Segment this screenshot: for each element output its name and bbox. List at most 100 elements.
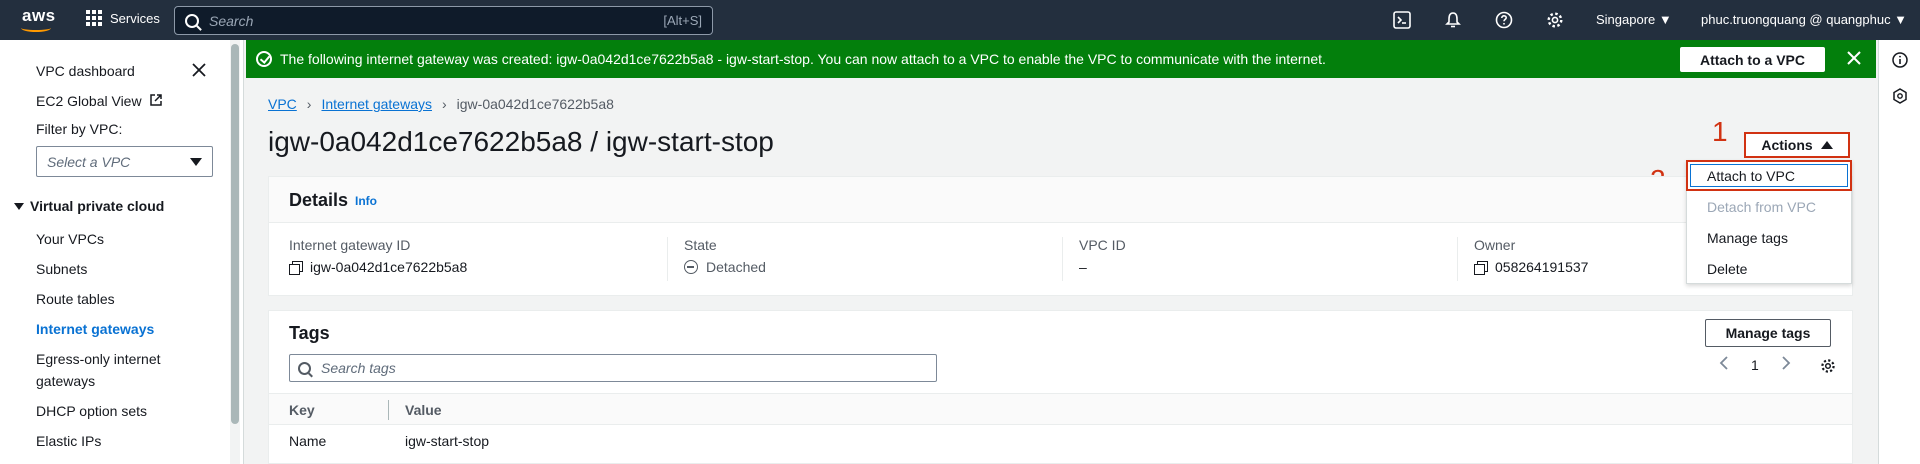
sidebar-item-internet-gateways[interactable]: Internet gateways xyxy=(36,318,154,340)
focus-ring xyxy=(1690,164,1848,187)
info-link[interactable]: Info xyxy=(355,194,377,208)
vpc-filter-select[interactable]: Select a VPC xyxy=(36,146,213,177)
flash-message: The following internet gateway was creat… xyxy=(280,51,1326,67)
grid-icon xyxy=(86,10,102,26)
breadcrumb: VPC › Internet gateways › igw-0a042d1ce7… xyxy=(268,96,614,112)
field-owner: Owner 058264191537 xyxy=(1474,237,1588,275)
detached-status-icon xyxy=(684,260,698,274)
close-icon[interactable] xyxy=(191,62,207,78)
sidebar-item-dhcp-option-sets[interactable]: DHCP option sets xyxy=(36,400,147,422)
sidebar-item-your-vpcs[interactable]: Your VPCs xyxy=(36,228,104,250)
tags-panel: Tags Manage tags Search tags 1 Key Value… xyxy=(268,310,1853,464)
external-link-icon xyxy=(150,94,163,106)
current-page[interactable]: 1 xyxy=(1751,357,1759,373)
table-preferences-gear-icon[interactable] xyxy=(1820,358,1836,374)
tags-table-header: Key Value xyxy=(269,393,1852,425)
internet-gateway-id-value: igw-0a042d1ce7622b5a8 xyxy=(310,259,468,275)
chevron-right-icon: › xyxy=(306,96,312,112)
sidebar-scrollbar[interactable] xyxy=(230,40,240,464)
services-label: Services xyxy=(110,10,160,26)
menu-item-detach-from-vpc: Detach from VPC xyxy=(1707,199,1816,215)
tags-title: Tags xyxy=(289,323,330,343)
divider xyxy=(1457,237,1458,281)
divider xyxy=(1062,237,1063,281)
sidebar-section-label: Virtual private cloud xyxy=(30,198,165,214)
settings-gear-icon[interactable] xyxy=(1545,10,1565,30)
details-header: Details Info xyxy=(269,177,1852,223)
sidebar-item-egress-only-internet-gateways-line2[interactable]: gateways xyxy=(36,370,95,392)
region-selector[interactable]: Singapore ▼ xyxy=(1596,12,1672,27)
chevron-left-icon[interactable] xyxy=(1719,356,1729,373)
aws-logo[interactable]: aws xyxy=(18,5,58,35)
services-menu[interactable]: Services xyxy=(86,10,160,26)
state-value: Detached xyxy=(706,259,766,275)
attach-to-a-vpc-button[interactable]: Attach to a VPC xyxy=(1680,47,1825,72)
copy-icon[interactable] xyxy=(1474,260,1488,275)
copy-icon[interactable] xyxy=(289,260,303,275)
info-icon[interactable] xyxy=(1892,52,1908,68)
chevron-right-icon: › xyxy=(441,96,447,112)
tag-key-cell: Name xyxy=(289,433,327,449)
column-resizer[interactable] xyxy=(388,400,389,420)
sidebar-item-egress-only-internet-gateways[interactable]: Egress-only internet xyxy=(36,348,161,370)
chevron-right-icon[interactable] xyxy=(1781,356,1791,373)
sidebar-item-label: EC2 Global View xyxy=(36,93,142,109)
breadcrumb-internet-gateways[interactable]: Internet gateways xyxy=(321,96,432,112)
breadcrumb-vpc[interactable]: VPC xyxy=(268,96,297,112)
field-internet-gateway-id: Internet gateway ID igw-0a042d1ce7622b5a… xyxy=(289,237,467,275)
vpc-filter-placeholder: Select a VPC xyxy=(47,153,131,170)
notifications-bell-icon[interactable] xyxy=(1443,10,1463,30)
scrollbar-thumb[interactable] xyxy=(231,44,239,424)
menu-item-delete[interactable]: Delete xyxy=(1707,261,1747,277)
sidebar-section-vpc[interactable]: Virtual private cloud xyxy=(14,198,164,214)
manage-tags-button[interactable]: Manage tags xyxy=(1705,319,1831,347)
dismiss-close-icon[interactable] xyxy=(1846,50,1862,66)
utility-panel-strip xyxy=(1878,40,1920,464)
tag-value-cell: igw-start-stop xyxy=(405,433,490,449)
sidebar-item-ec2-global-view[interactable]: EC2 Global View xyxy=(36,90,163,112)
help-icon[interactable] xyxy=(1494,10,1514,30)
pagination: 1 xyxy=(1719,356,1791,373)
page-title: igw-0a042d1ce7622b5a8 / igw-start-stop xyxy=(268,126,774,157)
caret-down-icon xyxy=(190,157,202,166)
aws-logo-text: aws xyxy=(22,6,56,25)
success-check-icon xyxy=(256,51,272,67)
table-row: Name igw-start-stop xyxy=(269,425,1852,457)
global-search-input[interactable]: Search [Alt+S] xyxy=(174,6,713,35)
search-shortcut-hint: [Alt+S] xyxy=(663,13,702,28)
sidebar-item-subnets[interactable]: Subnets xyxy=(36,258,87,280)
actions-dropdown-button[interactable]: Actions xyxy=(1744,132,1850,158)
sidebar-item-elastic-ips[interactable]: Elastic IPs xyxy=(36,430,101,452)
account-menu[interactable]: phuc.truongquang @ quangphuc ▼ xyxy=(1701,12,1907,27)
field-state: State Detached xyxy=(684,237,766,275)
search-icon xyxy=(298,361,311,375)
field-label: State xyxy=(684,237,717,253)
nav-icon-group xyxy=(1392,10,1596,30)
details-title: Details xyxy=(289,190,349,210)
owner-value: 058264191537 xyxy=(1495,259,1589,275)
sidebar: VPC dashboard EC2 Global View Filter by … xyxy=(0,40,244,464)
field-label: Owner xyxy=(1474,237,1516,253)
success-flash-banner: The following internet gateway was creat… xyxy=(246,40,1876,78)
search-placeholder: Search xyxy=(209,12,254,29)
column-header-key[interactable]: Key xyxy=(289,402,315,418)
highlight-box-attach-to-vpc xyxy=(1686,160,1852,191)
column-header-value[interactable]: Value xyxy=(405,402,442,418)
field-vpc-id: VPC ID – xyxy=(1079,237,1126,275)
aws-smile-icon xyxy=(21,24,51,32)
field-label: VPC ID xyxy=(1079,237,1126,253)
top-navigation: aws Services Search [Alt+S] Singapore ▼ … xyxy=(0,0,1920,40)
menu-item-manage-tags[interactable]: Manage tags xyxy=(1707,230,1788,246)
hexagon-icon[interactable] xyxy=(1892,88,1908,104)
actions-label: Actions xyxy=(1761,137,1813,153)
divider xyxy=(667,237,668,281)
cloudshell-icon[interactable] xyxy=(1392,10,1412,30)
tags-search-input[interactable]: Search tags xyxy=(289,354,937,382)
breadcrumb-current: igw-0a042d1ce7622b5a8 xyxy=(456,96,614,112)
field-label: Internet gateway ID xyxy=(289,237,411,253)
sidebar-item-vpc-dashboard[interactable]: VPC dashboard xyxy=(36,60,135,82)
filter-by-vpc-label: Filter by VPC: xyxy=(36,121,123,137)
sidebar-item-route-tables[interactable]: Route tables xyxy=(36,288,115,310)
annotation-step-1: 1 xyxy=(1712,116,1728,147)
tags-search-placeholder: Search tags xyxy=(321,360,396,376)
